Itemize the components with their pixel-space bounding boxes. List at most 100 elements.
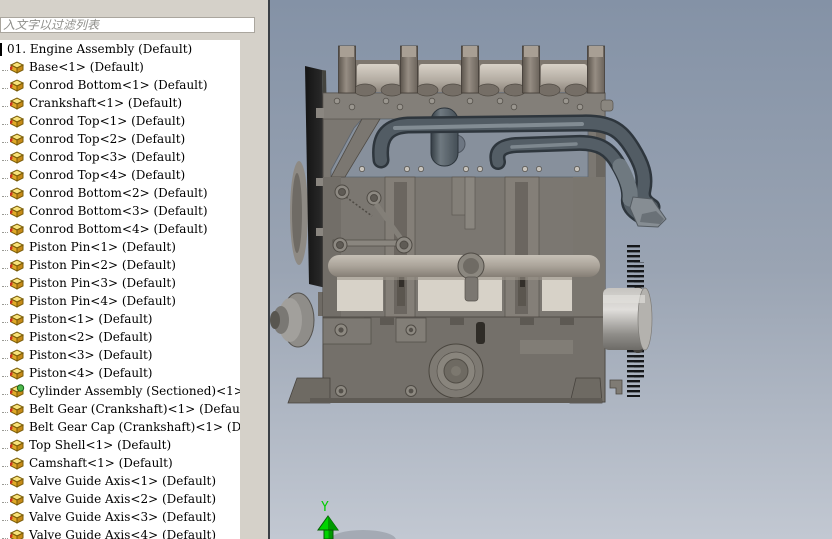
part-icon [9,511,25,524]
tree-item[interactable]: Valve Guide Axis<3> (Default) [0,508,240,526]
part-icon [9,295,25,308]
part-icon [9,259,25,272]
part-icon [9,223,25,236]
tree-item[interactable]: Conrod Bottom<4> (Default) [0,220,240,238]
tree-connector [2,213,8,215]
tree-item[interactable]: Conrod Top<4> (Default) [0,166,240,184]
tree-connector [2,123,8,125]
tree-item[interactable]: Cylinder Assembly (Sectioned)<1> (Defaul… [0,382,240,400]
assembly-icon [0,42,2,56]
triad-shadow [330,530,396,539]
part-icon [9,421,25,434]
part-icon [9,403,25,416]
tree-item[interactable]: Conrod Bottom<2> (Default) [0,184,240,202]
graphics-viewport[interactable]: Y [270,0,832,539]
part-icon [9,241,25,254]
part-icon [9,133,25,146]
tree-connector [2,321,8,323]
tree-item[interactable]: Piston Pin<4> (Default) [0,292,240,310]
part-icon [9,475,25,488]
part-icon [9,61,25,74]
tree-item[interactable]: Piston<4> (Default) [0,364,240,382]
part-icon [9,493,25,506]
tree-item-label: Valve Guide Axis<4> (Default) [29,528,217,539]
tree-item[interactable]: Piston Pin<3> (Default) [0,274,240,292]
tree-connector [2,249,8,251]
tree-item[interactable]: Camshaft<1> (Default) [0,454,240,472]
orientation-triad: Y [317,500,396,539]
timing-gear[interactable] [603,243,653,397]
tree-connector [2,195,8,197]
tree-item-label: Conrod Top<1> (Default) [29,114,186,128]
part-icon [9,457,25,470]
tree-item-label: Conrod Bottom<3> (Default) [29,204,208,218]
part-icon [9,313,25,326]
tree-connector [2,537,8,539]
tree-item[interactable]: Conrod Bottom<1> (Default) [0,76,240,94]
part-icon [9,331,25,344]
tree-item-label: Piston Pin<4> (Default) [29,294,176,308]
part-icon [9,169,25,182]
tree-item[interactable]: Piston Pin<2> (Default) [0,256,240,274]
part-icon [9,349,25,362]
tree-connector [2,105,8,107]
tree-connector [2,303,8,305]
tree-item[interactable]: Top Shell<1> (Default) [0,436,240,454]
part-icon [9,151,25,164]
tree-item-label: Belt Gear (Crankshaft)<1> (Default) [29,402,240,416]
tree-item[interactable]: Belt Gear Cap (Crankshaft)<1> (Default) [0,418,240,436]
tree-item[interactable]: Crankshaft<1> (Default) [0,94,240,112]
tree-item-label: Valve Guide Axis<1> (Default) [29,474,217,488]
tree-connector [2,141,8,143]
part-icon [9,187,25,200]
tree-item-label: Camshaft<1> (Default) [29,456,173,470]
tree-connector [2,285,8,287]
part-icon [9,529,25,539]
tree-item[interactable]: Conrod Top<2> (Default) [0,130,240,148]
viewport-canvas[interactable]: Y [270,0,832,539]
tree-item-label: Piston<3> (Default) [29,348,153,362]
tree-item[interactable]: Conrod Bottom<3> (Default) [0,202,240,220]
triad-y-label: Y [321,500,329,515]
tree-item[interactable]: Conrod Top<3> (Default) [0,148,240,166]
tree-connector [2,465,8,467]
tree-connector [2,339,8,341]
part-icon [9,115,25,128]
tree-item[interactable]: Base<1> (Default) [0,58,240,76]
tree-item[interactable]: Belt Gear (Crankshaft)<1> (Default) [0,400,240,418]
tree-connector [2,501,8,503]
tree-item-label: Piston<4> (Default) [29,366,153,380]
tree-item[interactable]: Piston<3> (Default) [0,346,240,364]
tree-item-label: Conrod Bottom<4> (Default) [29,222,208,236]
tree-item-label: Piston Pin<2> (Default) [29,258,176,272]
tree-item[interactable]: Valve Guide Axis<4> (Default) [0,526,240,539]
tree-item[interactable]: Piston<1> (Default) [0,310,240,328]
feature-tree: 01. Engine Assembly (Default) Base<1> (D… [0,40,240,539]
tree-item-label: Piston<2> (Default) [29,330,153,344]
part-icon [9,79,25,92]
tree-filter-input[interactable] [0,17,255,33]
tree-connector [2,519,8,521]
tree-item-label: Belt Gear Cap (Crankshaft)<1> (Default) [29,420,240,434]
tree-root-item[interactable]: 01. Engine Assembly (Default) [0,40,240,58]
part-icon [9,367,25,380]
tree-item-label: Crankshaft<1> (Default) [29,96,183,110]
tree-item-label: Piston Pin<1> (Default) [29,240,176,254]
tree-item[interactable]: Conrod Top<1> (Default) [0,112,240,130]
tree-connector [2,483,8,485]
tree-connector [2,267,8,269]
tree-item[interactable]: Piston<2> (Default) [0,328,240,346]
tree-connector [2,429,8,431]
part-icon [9,277,25,290]
tree-item-label: Valve Guide Axis<3> (Default) [29,510,217,524]
tree-item[interactable]: Valve Guide Axis<2> (Default) [0,490,240,508]
cad-window: 01. Engine Assembly (Default) Base<1> (D… [0,0,832,539]
camshaft-assembly[interactable] [338,45,605,97]
tree-item-label: Conrod Bottom<2> (Default) [29,186,208,200]
tree-item[interactable]: Piston Pin<1> (Default) [0,238,240,256]
tree-item-label: Conrod Top<4> (Default) [29,168,186,182]
part-icon [9,97,25,110]
tree-item[interactable]: Valve Guide Axis<1> (Default) [0,472,240,490]
tree-item-label: Cylinder Assembly (Sectioned)<1> (Defaul… [29,384,240,398]
tree-connector [2,231,8,233]
